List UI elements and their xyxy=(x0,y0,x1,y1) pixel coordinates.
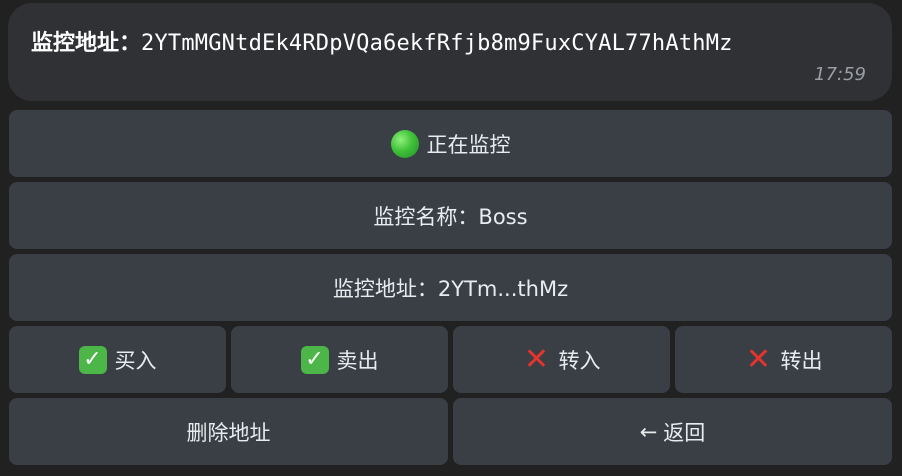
message-address[interactable]: 2YTmMGNtdEk4RDpVQa6ekfRfjb8m9FuxCYAL77hA… xyxy=(141,31,733,56)
monitor-address-button[interactable]: 监控地址：2YTm...thMz xyxy=(9,254,892,321)
back-label: 返回 xyxy=(663,420,706,445)
green-circle-icon xyxy=(390,129,419,158)
buy-label: 买入 xyxy=(114,348,157,373)
status-label: 正在监控 xyxy=(426,132,511,157)
transfer-out-label: 转出 xyxy=(780,348,823,373)
message-bubble: 监控地址：2YTmMGNtdEk4RDpVQa6ekfRfjb8m9FuxCYA… xyxy=(8,3,892,101)
transfer-in-label: 转入 xyxy=(558,348,601,373)
transfer-in-toggle-button[interactable]: ✕ 转入 xyxy=(453,326,670,393)
message-label: 监控地址： xyxy=(31,31,142,56)
cross-icon: ✕ xyxy=(745,341,772,377)
back-button[interactable]: ← 返回 xyxy=(453,398,892,465)
monitor-name-label: 监控名称：Boss xyxy=(373,204,528,229)
sell-label: 卖出 xyxy=(336,348,379,373)
delete-label: 删除地址 xyxy=(186,420,271,445)
transfer-out-toggle-button[interactable]: ✕ 转出 xyxy=(675,326,892,393)
check-icon: ✓ xyxy=(300,345,329,374)
check-icon: ✓ xyxy=(78,345,107,374)
monitor-address-label: 监控地址：2YTm...thMz xyxy=(332,276,569,301)
sell-toggle-button[interactable]: ✓ 卖出 xyxy=(231,326,448,393)
back-arrow-icon: ← xyxy=(639,419,658,444)
status-button[interactable]: 正在监控 xyxy=(9,110,892,177)
buy-toggle-button[interactable]: ✓ 买入 xyxy=(9,326,226,393)
delete-address-button[interactable]: 删除地址 xyxy=(9,398,448,465)
message-time: 17:59 xyxy=(814,64,866,85)
monitor-name-button[interactable]: 监控名称：Boss xyxy=(9,182,892,249)
message-text: 监控地址：2YTmMGNtdEk4RDpVQa6ekfRfjb8m9FuxCYA… xyxy=(31,25,733,57)
chat-view: 监控地址：2YTmMGNtdEk4RDpVQa6ekfRfjb8m9FuxCYA… xyxy=(0,0,902,476)
cross-icon: ✕ xyxy=(523,341,550,377)
